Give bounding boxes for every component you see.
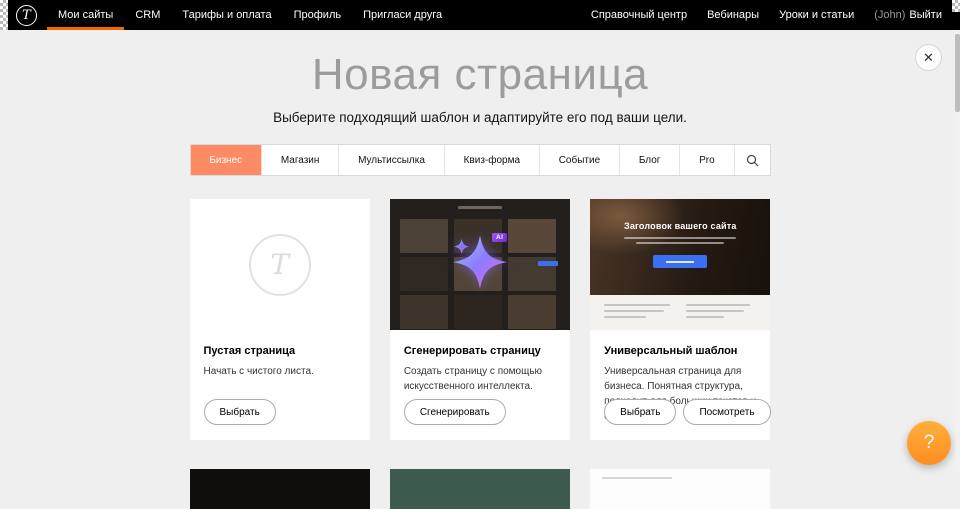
nav-label: Тарифы и оплата <box>182 9 271 21</box>
nav-label: Пригласи друга <box>363 9 442 21</box>
page-title: Новая страница <box>0 52 960 98</box>
card-actions: Выбрать Посмотреть <box>604 399 770 425</box>
tilda-mark-circle: T <box>249 234 311 296</box>
preview-thumb <box>454 295 502 329</box>
preview-thumb <box>400 219 448 253</box>
tab-shop[interactable]: Магазин <box>261 145 338 175</box>
card-ai-generate: AI Сгенерировать страницу Создать страни… <box>390 199 570 440</box>
tilda-logo-letter: T <box>22 8 31 23</box>
card-title: Сгенерировать страницу <box>404 345 556 357</box>
close-icon: ✕ <box>923 50 934 66</box>
topbar-right: Справочный центр Вебинары Уроки и статьи… <box>581 0 960 30</box>
link-lessons[interactable]: Уроки и статьи <box>769 0 864 30</box>
page-subtitle: Выберите подходящий шаблон и адаптируйте… <box>0 110 960 125</box>
user-name: (John) <box>874 9 905 21</box>
ai-generate-preview[interactable]: AI <box>390 199 570 330</box>
card-title: Пустая страница <box>204 345 356 357</box>
choose-button[interactable]: Выбрать <box>204 399 276 425</box>
card-body: Сгенерировать страницу Создать страницу … <box>390 330 570 394</box>
generate-button[interactable]: Сгенерировать <box>404 399 506 425</box>
question-mark-icon: ? <box>924 432 935 454</box>
nav-item-invite-friend[interactable]: Пригласи друга <box>352 0 453 30</box>
tab-multilink[interactable]: Мультиссылка <box>338 145 444 175</box>
card-title: Универсальный шаблон <box>604 345 756 357</box>
nav-item-profile[interactable]: Профиль <box>283 0 353 30</box>
link-help-center[interactable]: Справочный центр <box>581 0 697 30</box>
card-actions: Сгенерировать <box>404 399 506 425</box>
card-actions: Выбрать <box>204 399 276 425</box>
tab-event[interactable]: Событие <box>539 145 619 175</box>
blank-page-preview[interactable]: T <box>190 199 370 330</box>
preview-decor <box>624 237 736 239</box>
nav-label: Справочный центр <box>591 9 687 21</box>
nav-item-crm[interactable]: CRM <box>124 0 171 30</box>
scrollbar-thumb[interactable] <box>955 34 960 112</box>
card-description: Начать с чистого листа. <box>204 364 356 379</box>
preview-thumb <box>400 295 448 329</box>
link-webinars[interactable]: Вебинары <box>697 0 769 30</box>
nav-label: CRM <box>135 9 160 21</box>
nav-label: Уроки и статьи <box>779 9 854 21</box>
logout-label: Выйти <box>909 9 942 21</box>
template-card-partial[interactable] <box>190 469 370 509</box>
tab-quiz-form[interactable]: Квиз-форма <box>444 145 539 175</box>
template-category-tabs: Бизнес Магазин Мультиссылка Квиз-форма С… <box>190 144 771 176</box>
preview-thumb <box>400 257 448 291</box>
template-grid: T Пустая страница Начать с чистого листа… <box>190 199 771 509</box>
nav-label: Профиль <box>294 9 342 21</box>
window-edge-artifact <box>952 0 960 12</box>
help-button[interactable]: ? <box>907 421 951 465</box>
ai-badge: AI <box>492 233 508 242</box>
template-card-partial[interactable] <box>590 469 770 509</box>
choose-button[interactable]: Выбрать <box>604 399 676 425</box>
tab-search[interactable] <box>734 145 770 175</box>
topbar: T Мои сайты CRM Тарифы и оплата Профиль … <box>0 0 960 30</box>
nav-label: Вебинары <box>707 9 759 21</box>
template-preview <box>390 469 570 509</box>
window-edge-artifact <box>0 0 8 30</box>
template-preview <box>590 469 770 509</box>
nav-item-my-sites[interactable]: Мои сайты <box>47 0 124 30</box>
preview-cta-button <box>653 255 707 268</box>
user-logout[interactable]: (John) Выйти <box>864 0 960 30</box>
preview-thumb <box>508 295 556 329</box>
card-universal-template: Заголовок вашего сайта Универсальный шаб… <box>590 199 770 440</box>
card-blank-page: T Пустая страница Начать с чистого листа… <box>190 199 370 440</box>
card-body: Пустая страница Начать с чистого листа. <box>190 330 370 379</box>
preview-decor <box>458 206 502 209</box>
nav-label: Мои сайты <box>58 9 113 21</box>
preview-thumb <box>508 219 556 253</box>
template-card-partial[interactable] <box>390 469 570 509</box>
preview-heading: Заголовок вашего сайта <box>590 221 770 231</box>
tab-business[interactable]: Бизнес <box>191 145 262 175</box>
card-description: Создать страницу с помощью искусственног… <box>404 364 556 394</box>
preview-decor <box>636 242 724 244</box>
scrollbar-track[interactable] <box>955 30 960 472</box>
tab-pro[interactable]: Pro <box>679 145 733 175</box>
view-button[interactable]: Посмотреть <box>683 399 770 425</box>
close-button[interactable]: ✕ <box>915 44 942 71</box>
tab-blog[interactable]: Блог <box>619 145 679 175</box>
preview-text-section <box>590 295 770 330</box>
preview-hero: Заголовок вашего сайта <box>590 199 770 295</box>
search-icon <box>746 154 759 167</box>
template-preview <box>190 469 370 509</box>
tilda-logo[interactable]: T <box>16 5 37 26</box>
tilda-mark-letter: T <box>270 248 289 281</box>
preview-decor <box>538 261 558 266</box>
universal-template-preview[interactable]: Заголовок вашего сайта <box>590 199 770 330</box>
nav-item-plans[interactable]: Тарифы и оплата <box>171 0 282 30</box>
